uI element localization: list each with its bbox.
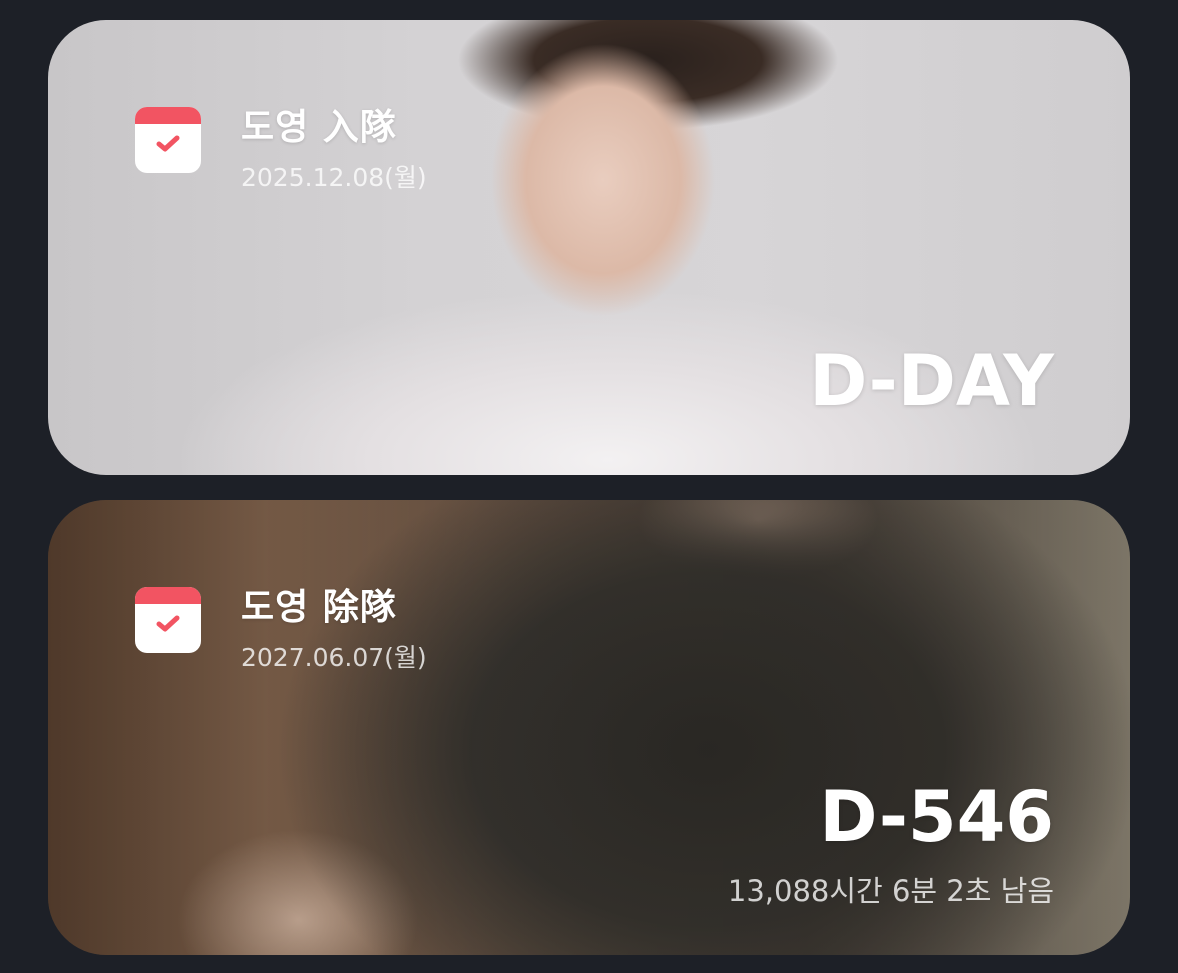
widget-date: 2025.12.08(월)	[241, 163, 427, 192]
dday-widget-discharge[interactable]: 도영 除隊 2027.06.07(월) D-546 13,088시간 6분 2초…	[48, 500, 1130, 955]
calendar-check-icon	[135, 587, 201, 653]
dday-count: D-DAY	[809, 340, 1054, 422]
calendar-check-icon	[135, 107, 201, 173]
widget-title: 도영 入隊	[241, 107, 397, 148]
widget-title: 도영 除隊	[241, 587, 397, 628]
dday-count: D-546	[819, 776, 1054, 858]
time-remaining: 13,088시간 6분 2초 남음	[727, 874, 1054, 908]
dday-widget-enlistment[interactable]: 도영 入隊 2025.12.08(월) D-DAY	[48, 20, 1130, 475]
widget-date: 2027.06.07(월)	[241, 643, 427, 672]
